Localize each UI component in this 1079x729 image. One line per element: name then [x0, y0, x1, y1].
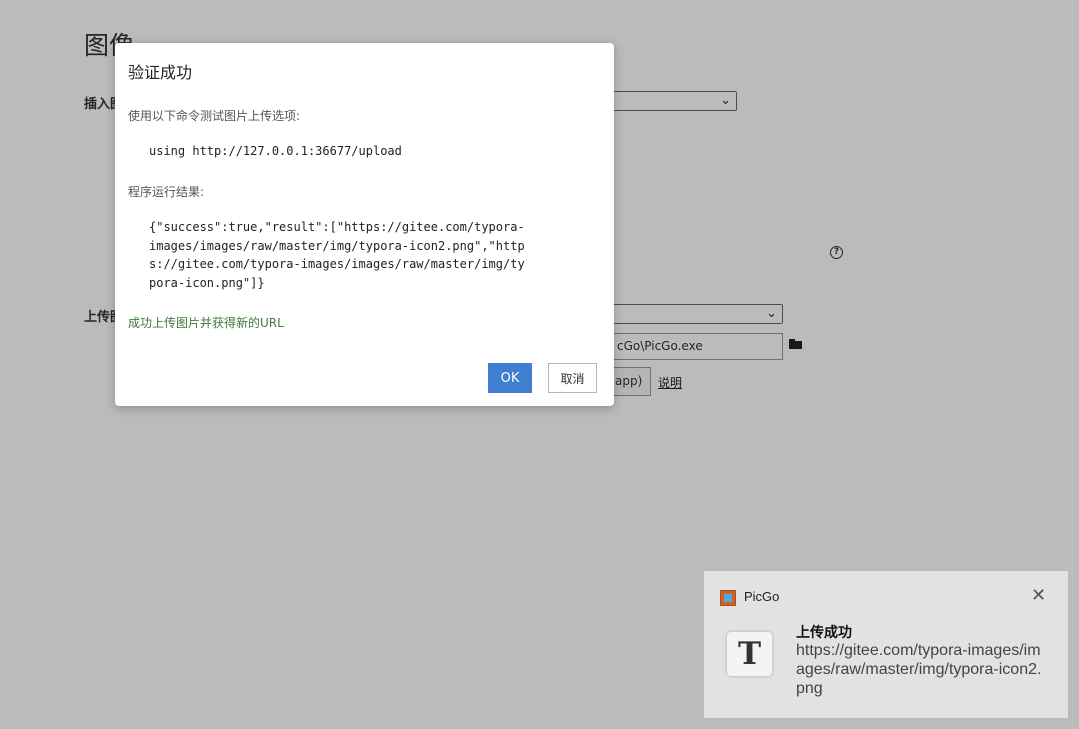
- picgo-app-icon: [720, 590, 736, 606]
- result-output: {"success":true,"result":["https://gitee…: [149, 220, 525, 290]
- toast-body: https://gitee.com/typora-images/images/r…: [796, 642, 1042, 697]
- picgo-toast-notification[interactable]: PicGo ✕ T 上传成功 https://gitee.com/typora-…: [704, 571, 1068, 718]
- verify-dialog: 验证成功 使用以下命令测试图片上传选项: using http://127.0.…: [115, 43, 614, 406]
- typora-image-thumbnail: T: [727, 632, 772, 676]
- success-message: 成功上传图片并获得新的URL: [128, 316, 284, 330]
- instruction-text: 使用以下命令测试图片上传选项:: [128, 109, 301, 123]
- cancel-button[interactable]: 取消: [548, 363, 597, 393]
- close-icon[interactable]: ✕: [1031, 586, 1046, 606]
- ok-button[interactable]: OK: [488, 363, 532, 393]
- dialog-title: 验证成功: [128, 63, 193, 82]
- result-label: 程序运行结果:: [128, 185, 205, 199]
- command-text: using http://127.0.0.1:36677/upload: [149, 144, 402, 158]
- toast-app-name: PicGo: [744, 589, 780, 604]
- toast-title: 上传成功: [796, 625, 852, 641]
